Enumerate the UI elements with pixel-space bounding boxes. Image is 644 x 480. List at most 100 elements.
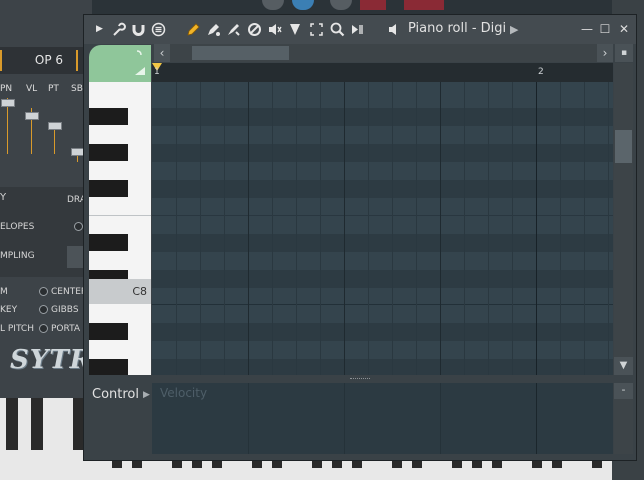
arrow-right-icon[interactable]: ▶ — [92, 22, 107, 37]
roll-corner-tab[interactable] — [89, 45, 151, 83]
slice-icon[interactable] — [288, 22, 303, 37]
vertical-scroll-thumb[interactable] — [615, 130, 632, 163]
scroll-end-button[interactable]: ▪ — [615, 44, 633, 62]
event-type-label: Velocity — [160, 386, 208, 400]
timeline-ruler[interactable]: 1 2 — [152, 63, 613, 83]
grid-line — [440, 383, 441, 454]
select-icon[interactable] — [309, 22, 324, 37]
window-title[interactable]: Piano roll - Digi — [408, 21, 506, 36]
horizontal-scrollbar[interactable] — [170, 44, 599, 62]
top-indicator — [404, 0, 444, 10]
row-option: PORTA — [51, 324, 81, 334]
close-button[interactable]: ✕ — [617, 21, 631, 37]
zoom-icon[interactable] — [330, 22, 345, 37]
top-knob[interactable] — [292, 0, 314, 10]
grid-line — [248, 383, 249, 454]
radio-button[interactable] — [39, 305, 48, 314]
grid-line — [176, 82, 177, 375]
control-arrow-icon[interactable]: ▶ — [143, 390, 150, 400]
slider-vl[interactable] — [25, 112, 39, 120]
pencil-icon[interactable] — [186, 22, 201, 37]
black-key[interactable] — [89, 323, 128, 340]
paint-icon[interactable] — [206, 22, 221, 37]
grid-line — [320, 82, 321, 375]
orange-marker — [76, 50, 78, 71]
bar-line — [536, 383, 537, 454]
slider-label-sb: SB — [71, 84, 83, 94]
wrench-icon[interactable] — [111, 22, 126, 37]
grid-line — [224, 82, 225, 375]
maximize-button[interactable]: ☐ — [598, 21, 612, 37]
orange-marker — [0, 50, 2, 71]
slider-pn[interactable] — [1, 99, 15, 107]
row-label: MPLING — [0, 251, 35, 261]
beat-line — [344, 82, 345, 375]
scroll-down-button[interactable]: ▼ — [614, 357, 633, 375]
black-key[interactable] — [89, 234, 128, 251]
grid-row — [152, 359, 613, 375]
grid-line — [512, 82, 513, 375]
top-indicator — [360, 0, 386, 10]
title-arrow-icon[interactable]: ▶ — [510, 23, 518, 36]
grid-line — [368, 82, 369, 375]
operator-label[interactable]: OP 6 — [33, 50, 65, 71]
grid-line — [200, 82, 201, 375]
black-key[interactable] — [89, 180, 128, 197]
grid-line — [152, 215, 613, 216]
black-key[interactable] — [89, 144, 128, 161]
radio-button[interactable] — [39, 287, 48, 296]
minimize-button[interactable]: — — [580, 21, 594, 37]
grid-line — [560, 82, 561, 375]
grid-line — [296, 82, 297, 375]
piano-keys[interactable]: C8 — [89, 82, 151, 375]
scroll-right-button[interactable]: › — [597, 44, 613, 62]
event-scroll-button[interactable]: - — [614, 383, 633, 399]
delete-icon[interactable] — [247, 22, 262, 37]
slider-pt[interactable] — [48, 122, 62, 130]
scroll-left-button[interactable]: ‹ — [154, 44, 170, 62]
key-label: C8 — [132, 285, 147, 298]
menu-icon[interactable] — [151, 22, 166, 37]
control-label[interactable]: Control — [92, 387, 139, 402]
grid-line — [416, 82, 417, 375]
bar-number: 2 — [538, 67, 544, 77]
vertical-scrollbar[interactable] — [614, 63, 633, 375]
playback-icon[interactable] — [350, 22, 365, 37]
slider-label-vl: VL — [26, 84, 38, 94]
slider-label-pt: PT — [48, 84, 59, 94]
black-key[interactable] — [6, 398, 18, 450]
divider-grip[interactable] — [350, 378, 370, 380]
row-label: KEY — [0, 305, 18, 315]
row-label: M — [0, 287, 8, 297]
black-key[interactable] — [89, 359, 128, 375]
bar-number: 1 — [154, 67, 160, 77]
row-label: Y — [0, 192, 7, 203]
title-bar[interactable]: ▶ Piano roll - Digi ▶ — ☐ ✕ — [84, 15, 636, 44]
row-option: GIBBS — [51, 305, 79, 315]
note-grid[interactable] — [152, 82, 613, 375]
horizontal-scroll-thumb[interactable] — [192, 46, 289, 60]
grid-row — [152, 323, 613, 341]
black-key[interactable] — [31, 398, 43, 450]
mute-icon[interactable] — [267, 22, 282, 37]
black-key[interactable] — [89, 108, 128, 125]
event-editor[interactable]: Velocity — [152, 383, 613, 454]
grid-line — [584, 82, 585, 375]
grid-row — [152, 144, 613, 162]
key-separator — [89, 215, 151, 216]
grid-line — [272, 82, 273, 375]
radio-button[interactable] — [74, 222, 83, 231]
radio-button[interactable] — [39, 324, 48, 333]
grid-row — [152, 234, 613, 252]
grid-line — [464, 82, 465, 375]
slider-label-pn: PN — [0, 84, 13, 94]
magnet-icon[interactable] — [131, 22, 146, 37]
beat-line — [440, 82, 441, 375]
row-label: L PITCH — [0, 324, 34, 334]
speaker-icon[interactable] — [387, 22, 402, 37]
top-knob[interactable] — [330, 0, 352, 10]
grid-line — [152, 304, 613, 305]
grid-line — [344, 383, 345, 454]
brush-icon[interactable] — [226, 22, 241, 37]
top-knob[interactable] — [262, 0, 284, 10]
